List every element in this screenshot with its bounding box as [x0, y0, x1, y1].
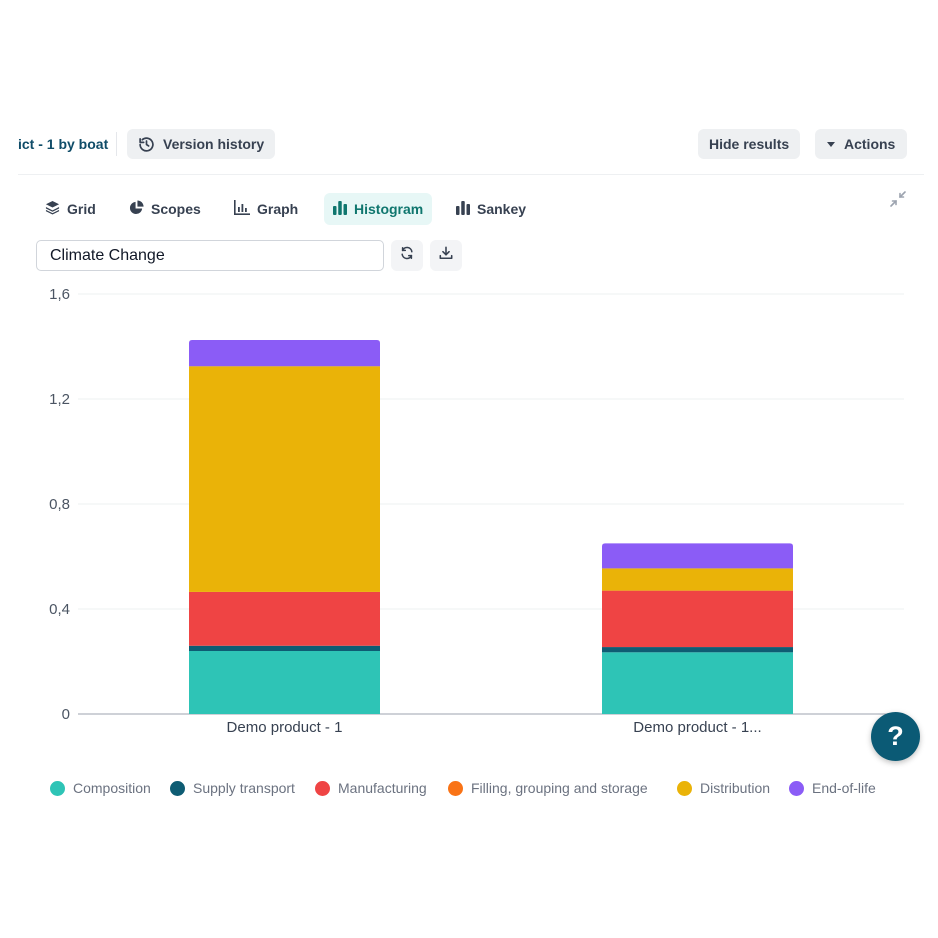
y-tick-label: 0	[62, 706, 70, 723]
tab-scopes[interactable]: Scopes	[120, 193, 210, 225]
tab-label: Graph	[257, 201, 299, 217]
bar-chart-icon	[333, 200, 347, 218]
bar-segment[interactable]	[602, 652, 793, 714]
legend-swatch	[170, 780, 185, 796]
y-tick-label: 1,2	[49, 391, 70, 408]
legend-label: Distribution	[700, 780, 771, 796]
histogram-chart: 0 0,4 0,8 1,2 1,6 Demo product - 1 Demo produc…	[49, 286, 904, 736]
y-tick-label: 1,6	[49, 286, 70, 303]
legend-item[interactable]: Composition	[50, 780, 151, 796]
y-tick-label: 0,4	[49, 601, 70, 618]
bar-segment[interactable]	[189, 591, 380, 646]
x-tick-label: Demo product - 1	[227, 719, 343, 736]
caret-down-icon	[826, 139, 836, 149]
legend-swatch	[448, 780, 463, 796]
legend-label: Supply transport	[193, 780, 295, 796]
graph-icon	[234, 200, 250, 218]
sankey-icon	[456, 200, 470, 218]
legend-item[interactable]: End-of-life	[789, 780, 876, 796]
layers-icon	[45, 200, 60, 218]
bar-segment[interactable]	[189, 651, 380, 714]
header-divider	[18, 174, 924, 175]
tab-label: Scopes	[151, 201, 201, 217]
bar-segment[interactable]	[602, 647, 793, 653]
legend-swatch	[789, 780, 804, 796]
y-tick-label: 0,8	[49, 496, 70, 513]
bar-segment[interactable]	[602, 568, 793, 591]
legend-label: End-of-life	[812, 780, 876, 796]
tab-sankey[interactable]: Sankey	[447, 193, 535, 225]
tab-label: Grid	[67, 201, 96, 217]
bar-segment[interactable]	[189, 366, 380, 592]
version-history-label: Version history	[163, 136, 265, 152]
tab-grid[interactable]: Grid	[36, 193, 105, 225]
download-icon	[439, 246, 453, 265]
legend-label: Filling, grouping and storage	[471, 780, 648, 796]
pie-chart-icon	[129, 200, 144, 218]
legend-swatch	[677, 780, 692, 796]
x-tick-label: Demo product - 1...	[633, 719, 761, 736]
refresh-icon	[400, 246, 414, 265]
bar-segment[interactable]	[189, 339, 380, 367]
legend-label: Manufacturing	[338, 780, 427, 796]
tab-histogram[interactable]: Histogram	[324, 193, 433, 225]
version-history-button[interactable]: Version history	[127, 129, 276, 159]
hide-results-label: Hide results	[709, 136, 790, 152]
legend-swatch	[50, 780, 65, 796]
help-button[interactable]: ?	[871, 712, 920, 761]
impact-category-value: Climate Change	[50, 246, 165, 264]
divider	[116, 132, 117, 156]
results-header: ict - 1 by boat Version history Hide res…	[0, 128, 938, 162]
collapse-icon[interactable]	[889, 190, 907, 208]
tab-graph[interactable]: Graph	[225, 193, 307, 225]
bar-segment[interactable]	[602, 590, 793, 648]
actions-label: Actions	[844, 136, 896, 152]
actions-button[interactable]: Actions	[815, 129, 907, 159]
legend-item[interactable]: Manufacturing	[315, 780, 427, 796]
legend-item[interactable]: Distribution	[677, 780, 770, 796]
legend-swatch	[315, 780, 330, 796]
download-button[interactable]	[430, 240, 462, 271]
tab-label: Histogram	[354, 201, 424, 217]
tab-label: Sankey	[477, 201, 527, 217]
impact-category-select[interactable]: Climate Change	[36, 240, 384, 271]
legend-item[interactable]: Filling, grouping and storage	[448, 780, 648, 796]
bar-segment[interactable]	[189, 645, 380, 651]
breadcrumb-link[interactable]: ict - 1 by boat	[18, 136, 108, 152]
legend-label: Composition	[73, 780, 151, 796]
bar-segment[interactable]	[602, 543, 793, 569]
legend-item[interactable]: Supply transport	[170, 780, 295, 796]
hide-results-button[interactable]: Hide results	[698, 129, 801, 159]
refresh-button[interactable]	[391, 240, 423, 271]
history-icon	[138, 136, 155, 153]
